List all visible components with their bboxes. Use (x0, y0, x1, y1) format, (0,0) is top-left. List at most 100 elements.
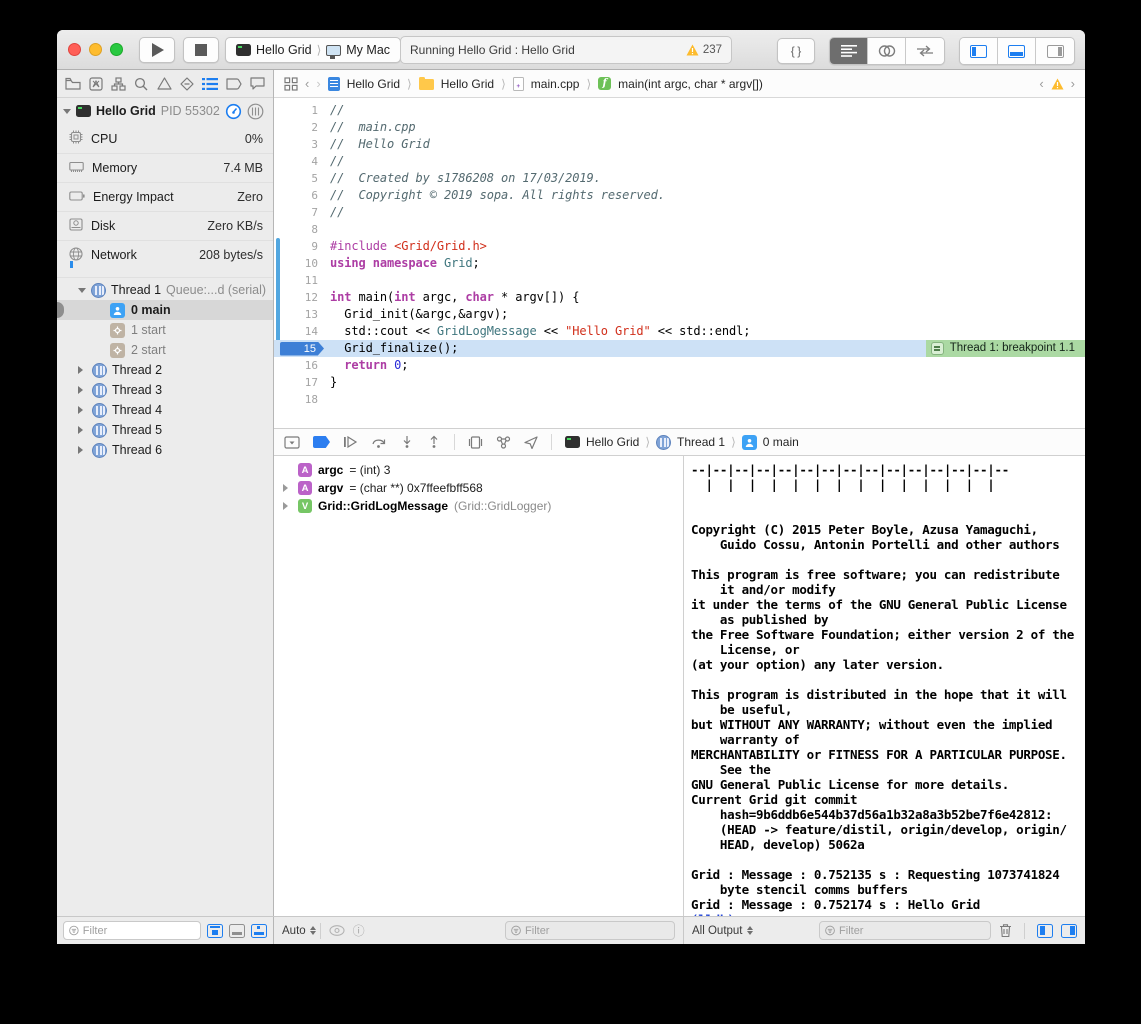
issue-warning-icon[interactable] (1051, 78, 1064, 90)
simulate-location-button[interactable] (524, 436, 538, 449)
thread-row-2[interactable]: Thread 2 (57, 360, 273, 380)
standard-editor-button[interactable] (830, 38, 868, 64)
toggle-console-button[interactable] (1061, 924, 1077, 938)
breakpoints-toggle-button[interactable] (313, 436, 330, 448)
version-editor-button[interactable] (906, 38, 944, 64)
debug-view-hierarchy-button[interactable] (468, 436, 483, 449)
issue-navigator-tab[interactable] (157, 77, 172, 90)
gauge-row-cpu[interactable]: CPU0% (57, 124, 273, 153)
toggle-navigator-button[interactable] (960, 38, 998, 64)
zoom-window-button[interactable] (110, 43, 123, 56)
line-number[interactable]: 1 (274, 102, 318, 119)
console-view[interactable]: --|--|--|--|--|--|--|--|--|--|--|--|--|-… (683, 456, 1085, 916)
project-navigator-tab[interactable] (65, 77, 81, 90)
stack-frame-row[interactable]: 1 start (57, 320, 273, 340)
variable-row[interactable]: VGrid::GridLogMessage(Grid::GridLogger) (274, 497, 683, 515)
thread-row-6[interactable]: Thread 6 (57, 440, 273, 460)
variables-scope-selector[interactable]: Auto (282, 925, 316, 937)
line-number[interactable]: 2 (274, 119, 318, 136)
process-row[interactable]: Hello Grid PID 55302 (57, 98, 273, 124)
back-button[interactable]: ‹ (305, 76, 309, 91)
assistant-editor-button[interactable] (868, 38, 906, 64)
line-number[interactable]: 5 (274, 170, 318, 187)
disclosure-triangle[interactable] (282, 484, 292, 492)
filter-running-blocks-button[interactable] (207, 924, 223, 938)
line-number[interactable]: 6 (274, 187, 318, 204)
line-number[interactable]: 16 (274, 357, 318, 374)
forward-button[interactable]: › (316, 76, 320, 91)
print-description-button[interactable]: ⓘ (353, 922, 365, 939)
breadcrumb-project[interactable]: Hello Grid (347, 77, 400, 91)
clear-console-button[interactable] (999, 923, 1012, 938)
variable-row[interactable]: Aargv= (char **) 0x7ffeefbff568 (274, 479, 683, 497)
test-navigator-tab[interactable] (180, 77, 194, 91)
memory-graph-button[interactable] (247, 103, 264, 120)
disclosure-triangle[interactable] (78, 386, 87, 394)
scheme-selector[interactable]: Hello Grid ⟩ My Mac (225, 37, 401, 63)
navigator-filter-input[interactable] (83, 925, 195, 937)
step-over-button[interactable] (371, 436, 387, 449)
view-mode-button[interactable] (229, 924, 245, 938)
related-items-icon[interactable] (284, 77, 298, 91)
filter-threads-button[interactable] (251, 924, 267, 938)
line-number[interactable]: 10 (274, 255, 318, 272)
line-number[interactable]: 8 (274, 221, 318, 238)
next-issue-button[interactable]: › (1071, 76, 1075, 91)
stop-button[interactable] (183, 37, 219, 63)
console-filter-field[interactable] (819, 921, 991, 940)
line-number[interactable]: 13 (274, 306, 318, 323)
line-number[interactable]: 3 (274, 136, 318, 153)
disclosure-triangle[interactable] (282, 502, 292, 510)
thread-row-5[interactable]: Thread 5 (57, 420, 273, 440)
toggle-inspector-button[interactable] (1036, 38, 1074, 64)
report-navigator-tab[interactable] (250, 77, 265, 90)
profile-in-instruments-button[interactable] (225, 103, 242, 120)
thread-row-1[interactable]: Thread 1Queue:...d (serial) (57, 280, 273, 300)
debug-crumb-frame[interactable]: 0 main (763, 435, 799, 449)
thread-row-3[interactable]: Thread 3 (57, 380, 273, 400)
breakpoint-badge[interactable]: 15 (280, 342, 324, 356)
stack-frame-row[interactable]: 0 main (57, 300, 273, 320)
breadcrumb-file[interactable]: main.cpp (531, 77, 580, 91)
debug-memory-graph-button[interactable] (496, 436, 511, 449)
variable-row[interactable]: Aargc= (int) 3 (274, 461, 683, 479)
line-number[interactable]: 12 (274, 289, 318, 306)
continue-button[interactable] (343, 436, 358, 448)
disclosure-triangle[interactable] (78, 446, 87, 454)
disclosure-triangle[interactable] (78, 288, 86, 293)
disclosure-triangle[interactable] (78, 366, 87, 374)
step-out-button[interactable] (427, 435, 441, 449)
stack-frame-row[interactable]: 2 start (57, 340, 273, 360)
line-number[interactable]: 9 (274, 238, 318, 255)
library-button[interactable]: { } (777, 38, 815, 64)
line-number[interactable]: 14 (274, 323, 318, 340)
debug-navigator-tab[interactable] (202, 78, 218, 90)
gauge-row-network[interactable]: Network208 bytes/s (57, 240, 273, 269)
line-number[interactable]: 18 (274, 391, 318, 408)
quick-look-button[interactable] (329, 925, 345, 936)
toggle-variables-view-button[interactable] (1037, 924, 1053, 938)
debug-crumb-thread[interactable]: Thread 1 (677, 435, 725, 449)
console-output-selector[interactable]: All Output (692, 925, 753, 937)
navigator-filter-field[interactable] (63, 921, 201, 940)
step-into-button[interactable] (400, 435, 414, 449)
breadcrumb-symbol[interactable]: main(int argc, char * argv[]) (618, 77, 763, 91)
find-navigator-tab[interactable] (134, 77, 148, 91)
disclosure-triangle[interactable] (78, 406, 87, 414)
breadcrumb-group[interactable]: Hello Grid (441, 77, 494, 91)
variables-filter-input[interactable] (525, 925, 669, 937)
toggle-debug-area-button[interactable] (998, 38, 1036, 64)
breakpoint-navigator-tab[interactable] (226, 78, 242, 90)
gauge-row-disk[interactable]: DiskZero KB/s (57, 211, 273, 240)
gauge-row-energy-impact[interactable]: Energy ImpactZero (57, 182, 273, 211)
hide-debug-area-button[interactable] (284, 436, 300, 449)
console-filter-input[interactable] (839, 925, 985, 937)
previous-issue-button[interactable]: ‹ (1039, 76, 1043, 91)
run-button[interactable] (139, 37, 175, 63)
symbol-navigator-tab[interactable] (111, 77, 126, 91)
warning-badge[interactable]: 237 (686, 44, 722, 56)
debug-crumb-process[interactable]: Hello Grid (586, 435, 639, 449)
line-number[interactable]: 7 (274, 204, 318, 221)
thread-row-4[interactable]: Thread 4 (57, 400, 273, 420)
source-control-tab[interactable] (89, 77, 103, 91)
